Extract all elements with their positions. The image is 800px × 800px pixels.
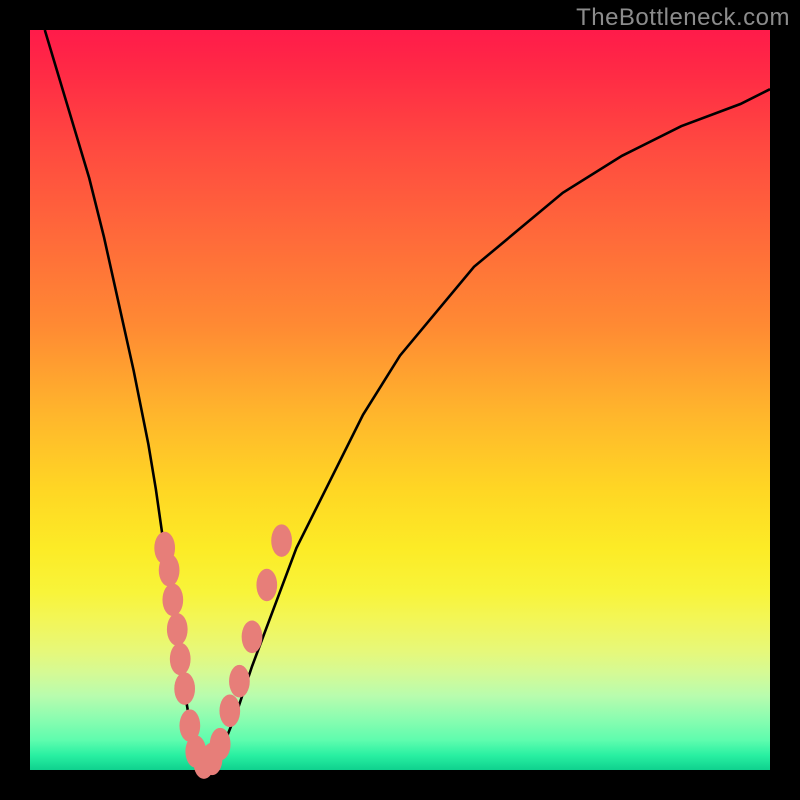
curve-marker — [256, 569, 277, 602]
chart-plot-area — [30, 30, 770, 770]
curve-marker — [167, 613, 188, 646]
chart-frame: TheBottleneck.com — [0, 0, 800, 800]
curve-marker — [229, 665, 250, 698]
chart-svg — [30, 30, 770, 770]
curve-marker — [210, 728, 231, 761]
curve-marker — [170, 643, 191, 676]
watermark-text: TheBottleneck.com — [576, 4, 790, 32]
curve-marker — [162, 584, 183, 617]
marker-group — [154, 524, 292, 779]
curve-marker — [271, 524, 292, 557]
curve-marker — [242, 621, 263, 654]
bottleneck-curve — [45, 30, 770, 766]
curve-marker — [159, 554, 180, 587]
curve-marker — [174, 672, 195, 705]
curve-marker — [219, 695, 240, 728]
